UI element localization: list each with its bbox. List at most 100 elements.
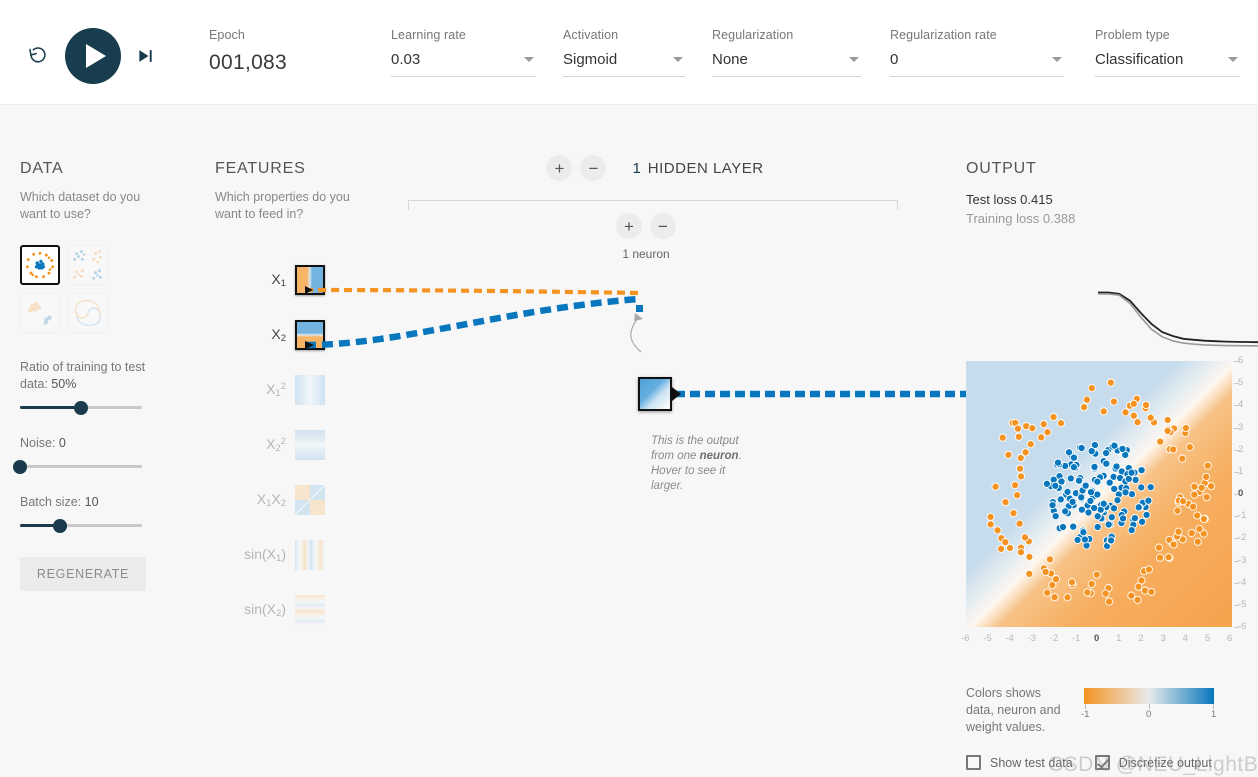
neuron-controls: + − 1 neuron xyxy=(612,213,680,261)
data-point xyxy=(1086,496,1095,505)
dataset-circle[interactable] xyxy=(20,245,60,285)
noise-value: 0 xyxy=(58,436,66,450)
data-point xyxy=(991,482,1000,491)
data-point xyxy=(1104,520,1113,529)
output-heatmap[interactable] xyxy=(966,361,1232,627)
top-control-bar: Epoch 001,083 Learning rate 0.03 Activat… xyxy=(0,0,1258,105)
data-point xyxy=(1109,397,1118,406)
show-test-data-label: Show test data xyxy=(990,755,1073,770)
data-point xyxy=(1013,424,1022,433)
layer-bracket xyxy=(408,200,898,210)
regularization-rate-label: Regularization rate xyxy=(890,28,997,42)
heatmap-x-tick: -4 xyxy=(1005,633,1014,644)
batch-size-slider-group: Batch size: 10 xyxy=(20,494,170,533)
data-point xyxy=(1133,418,1142,427)
data-point xyxy=(1083,588,1092,597)
data-point xyxy=(1069,522,1078,531)
feature-x2-squared[interactable]: X22 xyxy=(215,430,325,460)
feature-sin-x2[interactable]: sin(X2) xyxy=(215,595,325,625)
batch-size-slider[interactable] xyxy=(20,518,142,533)
add-neuron-button[interactable]: + xyxy=(616,213,642,239)
add-layer-button[interactable]: + xyxy=(546,155,573,181)
data-point xyxy=(1110,441,1119,450)
data-point xyxy=(1190,490,1199,499)
data-point xyxy=(1181,423,1190,433)
feature-x1-squared[interactable]: X12 xyxy=(215,375,325,405)
data-point xyxy=(1156,437,1165,446)
heatmap-x-tick: 2 xyxy=(1138,633,1144,644)
dataset-exclusive-or[interactable] xyxy=(68,245,108,285)
feature-x1x2[interactable]: X1X2 xyxy=(215,485,325,515)
data-point xyxy=(1137,483,1146,492)
feature-x1-squared-label: X12 xyxy=(266,381,286,399)
link-x1-neuron xyxy=(304,287,639,296)
data-point xyxy=(1066,474,1075,483)
data-point xyxy=(1102,459,1111,468)
data-point xyxy=(1105,597,1114,606)
neuron-callout-text: This is the output from one neuron. Hove… xyxy=(651,434,756,494)
hidden-neuron-node[interactable] xyxy=(638,377,672,411)
ratio-slider[interactable] xyxy=(20,400,142,415)
hidden-layer-text: HIDDEN LAYER xyxy=(647,159,764,177)
problem-type-select[interactable]: Classification xyxy=(1095,51,1240,77)
data-point xyxy=(1129,399,1138,408)
remove-layer-button[interactable]: − xyxy=(580,155,607,181)
data-point xyxy=(1121,408,1130,417)
feature-sin-x1-thumbnail xyxy=(295,540,325,570)
feature-sin-x1[interactable]: sin(X1) xyxy=(215,540,325,570)
data-point xyxy=(1093,512,1102,521)
feature-sin-x1-label: sin(X1) xyxy=(244,546,286,564)
data-point xyxy=(1086,488,1096,497)
heatmap-y-tick: -3 xyxy=(1238,554,1247,566)
data-point xyxy=(1173,506,1182,515)
data-point xyxy=(1174,527,1183,536)
data-point xyxy=(1077,493,1086,502)
heatmap-x-tick: -1 xyxy=(1071,633,1081,644)
show-test-data-checkbox[interactable]: Show test data xyxy=(966,755,1073,770)
data-point xyxy=(1090,503,1099,513)
feature-x1[interactable]: X1 xyxy=(215,265,325,295)
batch-size-slider-knob[interactable] xyxy=(53,518,68,533)
learning-rate-select[interactable]: 0.03 xyxy=(391,51,536,77)
remove-neuron-button[interactable]: − xyxy=(650,213,676,239)
data-point xyxy=(1056,495,1065,504)
regularization-select[interactable]: None xyxy=(712,51,861,77)
dataset-selector xyxy=(20,245,170,333)
heatmap-y-tickmark xyxy=(1234,361,1239,362)
feature-x1-label: X1 xyxy=(271,271,286,289)
noise-slider-knob[interactable] xyxy=(13,459,27,474)
regenerate-button[interactable]: REGENERATE xyxy=(20,557,146,591)
activation-select[interactable]: Sigmoid xyxy=(563,51,685,77)
data-point xyxy=(1087,447,1096,456)
play-button[interactable] xyxy=(65,28,121,84)
data-point xyxy=(1064,448,1074,457)
data-point xyxy=(1154,543,1164,552)
data-panel: DATA Which dataset do you want to use? R… xyxy=(13,160,170,591)
reset-icon[interactable] xyxy=(22,40,54,72)
data-point xyxy=(1202,493,1211,502)
regularization-rate-select[interactable]: 0 xyxy=(890,51,1064,77)
discretize-output-box[interactable] xyxy=(1094,755,1110,770)
callout-pointer xyxy=(630,317,642,353)
data-point xyxy=(1140,586,1150,595)
data-point xyxy=(1001,498,1010,507)
feature-x2[interactable]: X2 xyxy=(215,320,325,350)
ratio-value: 50% xyxy=(51,377,77,391)
dataset-gaussian[interactable] xyxy=(20,293,60,333)
data-point xyxy=(1025,552,1034,561)
data-point xyxy=(1144,496,1153,505)
data-point xyxy=(1016,548,1025,557)
data-point xyxy=(1051,575,1061,584)
discretize-output-checkbox[interactable]: Discretize output xyxy=(1094,755,1212,770)
noise-slider[interactable] xyxy=(13,459,142,474)
main-content: DATA Which dataset do you want to use? R… xyxy=(0,105,1258,776)
chevron-down-icon xyxy=(673,57,683,62)
step-forward-icon[interactable] xyxy=(132,42,160,70)
ratio-slider-knob[interactable] xyxy=(74,400,88,415)
data-point xyxy=(1099,407,1108,416)
show-test-data-box[interactable] xyxy=(966,755,981,770)
data-point xyxy=(1068,497,1077,506)
data-point xyxy=(1199,514,1208,524)
playback-controls xyxy=(22,28,160,84)
dataset-spiral[interactable] xyxy=(68,293,108,333)
